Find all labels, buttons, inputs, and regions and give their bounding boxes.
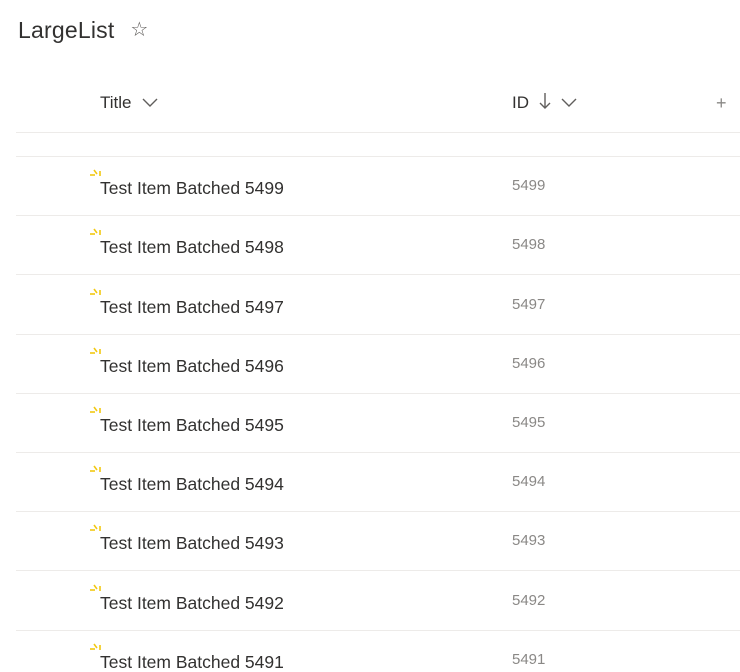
row-id: 5498	[512, 236, 546, 254]
list-row[interactable]: Test Item Batched 5498 5498	[16, 215, 740, 276]
row-title[interactable]: Test Item Batched 5495	[100, 415, 284, 436]
row-id: 5493	[512, 532, 546, 550]
page-title: LargeList	[18, 16, 115, 43]
column-header-id-label: ID	[512, 93, 529, 112]
row-id: 5499	[512, 177, 546, 195]
chevron-down-icon	[561, 93, 577, 113]
list-row[interactable]: Test Item Batched 5500	[16, 118, 740, 157]
star-outline-icon[interactable]: ☆	[130, 20, 148, 40]
add-column-button[interactable]: +	[716, 88, 727, 118]
row-title[interactable]: Test Item Batched 5493	[100, 533, 284, 554]
list-row[interactable]: Test Item Batched 5493 5493	[16, 511, 740, 572]
row-title[interactable]: Test Item Batched 5496	[100, 356, 284, 377]
row-id: 5494	[512, 473, 546, 491]
row-id: 5496	[512, 354, 546, 372]
list-row[interactable]: Test Item Batched 5496 5496	[16, 334, 740, 394]
list-row[interactable]: Test Item Batched 5497 5497	[16, 275, 740, 335]
row-title[interactable]: Test Item Batched 5492	[100, 593, 284, 614]
arrow-down-icon	[539, 92, 551, 115]
row-title[interactable]: Test Item Batched 5491	[100, 652, 284, 672]
row-title[interactable]: Test Item Batched 5498	[100, 237, 284, 258]
list-row[interactable]: Test Item Batched 5491 5491	[16, 630, 740, 672]
list-row[interactable]: Test Item Batched 5499 5499	[16, 156, 740, 217]
row-id: 5492	[512, 591, 546, 609]
list-row[interactable]: Test Item Batched 5494 5494	[16, 452, 740, 513]
list-row[interactable]: Test Item Batched 5495 5495	[16, 393, 740, 453]
row-id: 5491	[512, 650, 546, 668]
row-title[interactable]: Test Item Batched 5494	[100, 474, 284, 495]
row-title[interactable]: Test Item Batched 5499	[100, 178, 284, 199]
row-id: 5495	[512, 414, 546, 431]
list-body: Test Item Batched 5500Test Item Batched …	[16, 118, 740, 672]
chevron-down-icon	[142, 93, 158, 113]
row-title[interactable]: Test Item Batched 5497	[100, 297, 284, 318]
row-id: 5497	[512, 295, 546, 313]
column-header-id[interactable]: ID	[512, 88, 577, 118]
column-header-title-label: Title	[100, 93, 132, 112]
header-divider	[16, 132, 740, 133]
list-header: LargeList ☆	[18, 14, 148, 46]
plus-icon: +	[716, 92, 727, 113]
list-row[interactable]: Test Item Batched 5492 5492	[16, 571, 740, 631]
column-header-title[interactable]: Title	[100, 88, 158, 118]
